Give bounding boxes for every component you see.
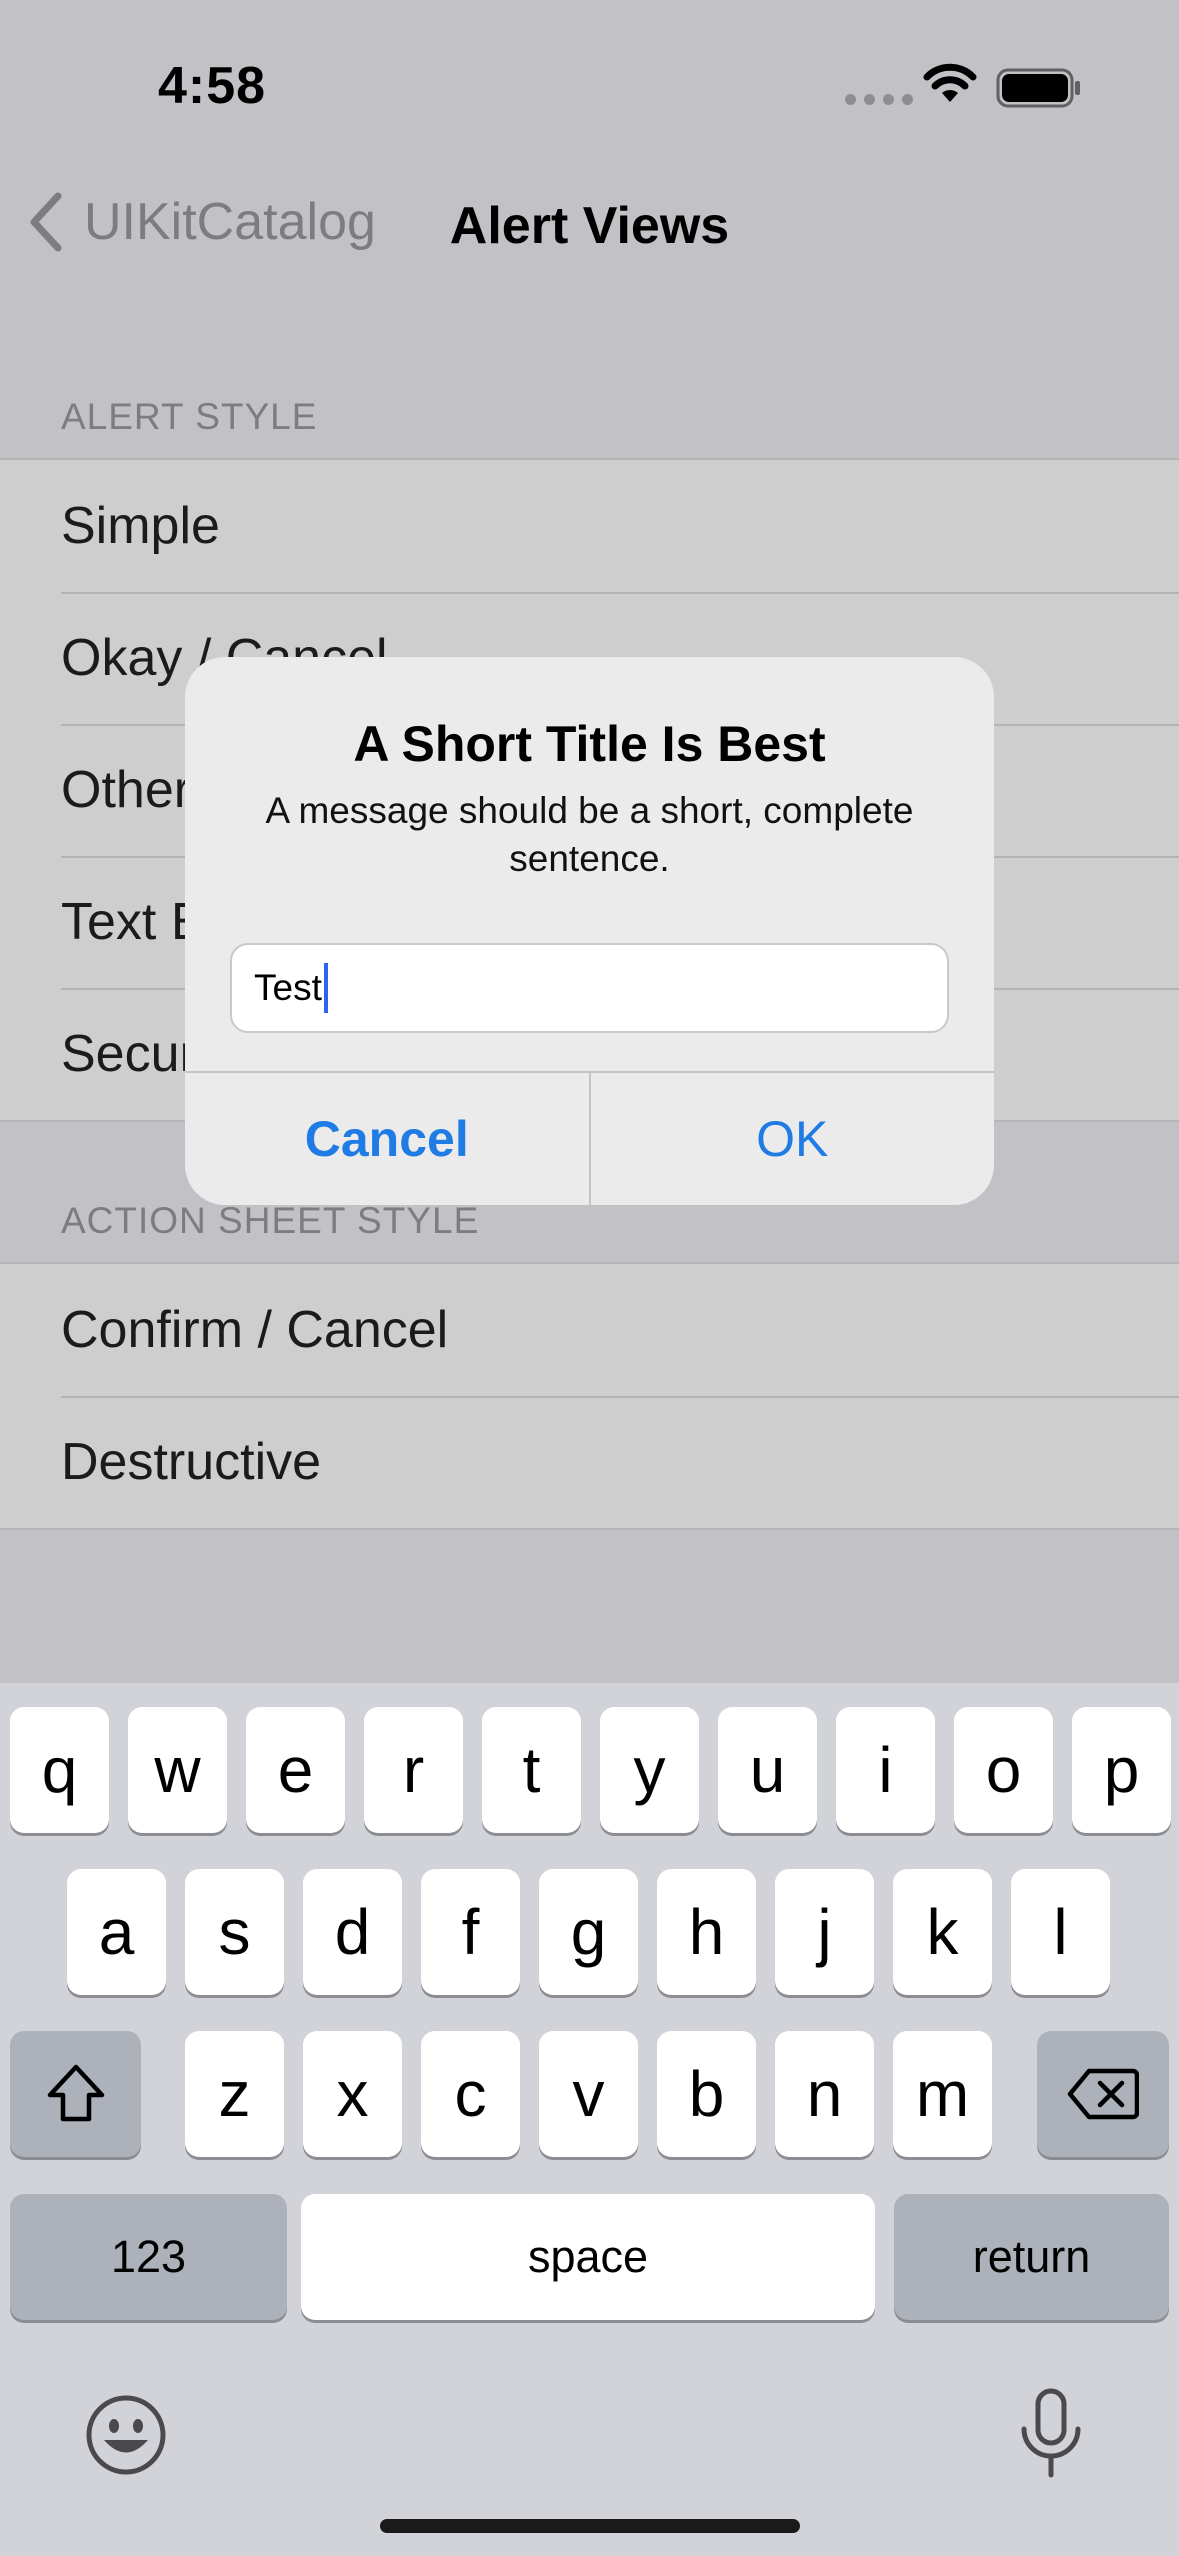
alert-text-field[interactable]: Test — [230, 943, 949, 1033]
emoji-icon[interactable] — [84, 2393, 168, 2477]
key-c[interactable]: c — [421, 2031, 520, 2157]
action-sheet-list: Confirm / Cancel Destructive — [0, 1262, 1179, 1530]
microphone-icon[interactable] — [1018, 2387, 1084, 2481]
battery-icon — [996, 68, 1080, 108]
key-s[interactable]: s — [185, 1869, 284, 1995]
wifi-icon — [923, 63, 977, 102]
section-header-alert-style: ALERT STYLE — [61, 396, 318, 437]
alert-dialog: A Short Title Is Best A message should b… — [185, 657, 994, 1205]
key-m[interactable]: m — [893, 2031, 992, 2157]
numbers-key[interactable]: 123 — [10, 2194, 287, 2320]
key-k[interactable]: k — [893, 1869, 992, 1995]
key-u[interactable]: u — [718, 1707, 817, 1833]
space-key[interactable]: space — [301, 2194, 875, 2320]
cancel-button[interactable]: Cancel — [185, 1073, 589, 1205]
key-x[interactable]: x — [303, 2031, 402, 2157]
key-q[interactable]: q — [10, 1707, 109, 1833]
key-n[interactable]: n — [775, 2031, 874, 2157]
return-key[interactable]: return — [894, 2194, 1169, 2320]
page-title: Alert Views — [449, 197, 730, 255]
key-l[interactable]: l — [1011, 1869, 1110, 1995]
key-a[interactable]: a — [67, 1869, 166, 1995]
key-b[interactable]: b — [657, 2031, 756, 2157]
alert-message: A message should be a short, complete se… — [265, 790, 914, 879]
cellular-dots-icon — [845, 94, 913, 105]
alert-title: A Short Title Is Best — [353, 716, 826, 772]
list-item-simple[interactable]: Simple — [0, 460, 1179, 592]
key-v[interactable]: v — [539, 2031, 638, 2157]
key-r[interactable]: r — [364, 1707, 463, 1833]
shift-key[interactable] — [10, 2031, 141, 2157]
ok-button[interactable]: OK — [591, 1073, 995, 1205]
status-time: 4:58 — [158, 57, 267, 115]
shift-icon — [47, 2064, 104, 2122]
key-o[interactable]: o — [954, 1707, 1053, 1833]
list-item-confirm-cancel[interactable]: Confirm / Cancel — [0, 1264, 1179, 1396]
key-w[interactable]: w — [128, 1707, 227, 1833]
alert-text-field-value: Test — [254, 967, 322, 1008]
key-g[interactable]: g — [539, 1869, 638, 1995]
delete-icon — [1067, 2068, 1139, 2120]
key-p[interactable]: p — [1072, 1707, 1171, 1833]
delete-key[interactable] — [1037, 2031, 1169, 2157]
section-header-action-sheet-style: ACTION SHEET STYLE — [61, 1200, 480, 1241]
key-h[interactable]: h — [657, 1869, 756, 1995]
key-i[interactable]: i — [836, 1707, 935, 1833]
key-e[interactable]: e — [246, 1707, 345, 1833]
key-j[interactable]: j — [775, 1869, 874, 1995]
list-item-destructive[interactable]: Destructive — [0, 1396, 1179, 1528]
key-t[interactable]: t — [482, 1707, 581, 1833]
home-indicator — [380, 2519, 800, 2533]
text-caret — [323, 963, 328, 1013]
key-f[interactable]: f — [421, 1869, 520, 1995]
key-d[interactable]: d — [303, 1869, 402, 1995]
key-y[interactable]: y — [600, 1707, 699, 1833]
key-z[interactable]: z — [185, 2031, 284, 2157]
keyboard: qwertyuiop asdfghjkl zxcvbnm 123 space r… — [0, 1683, 1179, 2556]
